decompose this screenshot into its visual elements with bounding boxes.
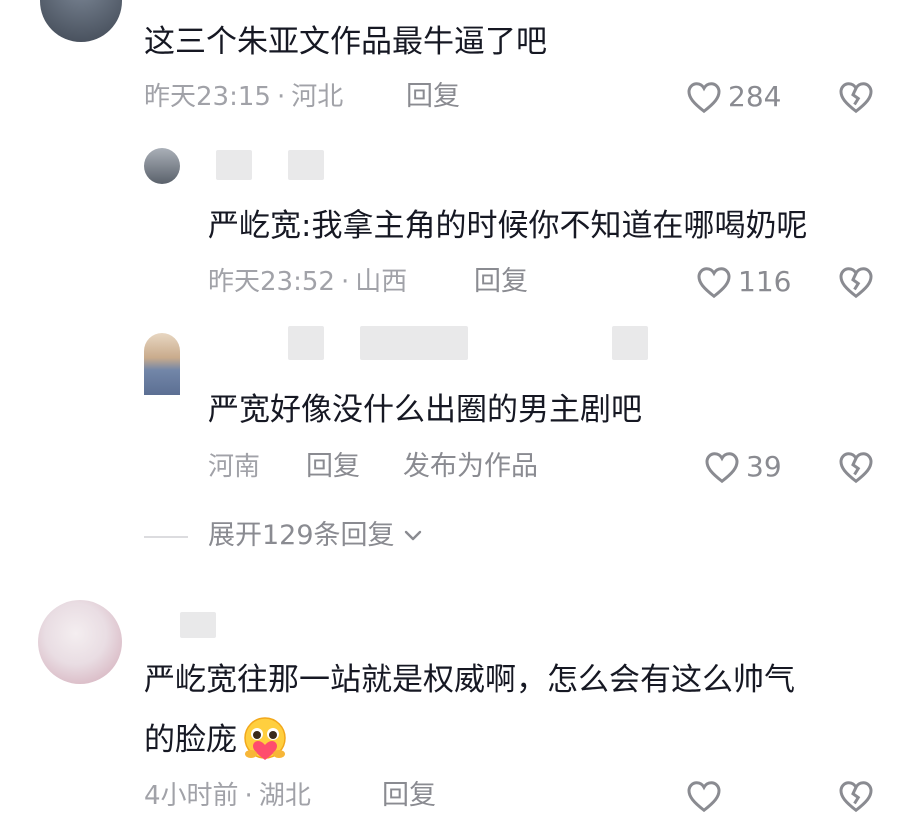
comment-location: 河北 [291, 82, 344, 112]
broken-heart-icon [839, 452, 873, 484]
dislike-button[interactable] [838, 80, 874, 118]
separator-dot: · [276, 82, 286, 112]
separator-dot: · [340, 267, 350, 297]
avatar[interactable] [38, 600, 122, 684]
heart-outline-icon [697, 267, 731, 299]
broken-heart-icon [839, 82, 873, 114]
dislike-button[interactable] [838, 779, 874, 817]
dislike-button[interactable] [838, 450, 874, 488]
like-button[interactable]: 116 [696, 265, 791, 299]
username-redacted [288, 150, 324, 180]
like-count: 39 [746, 450, 782, 483]
comment-meta: 昨天23:15 · 河北 [144, 80, 343, 114]
dislike-button[interactable] [838, 265, 874, 303]
like-button[interactable]: 39 [704, 450, 782, 484]
username-redacted [288, 326, 324, 360]
reply-text: 严宽好像没什么出圈的男主剧吧 [208, 392, 642, 428]
username-redacted [360, 326, 468, 360]
reply-button[interactable]: 回复 [474, 265, 528, 299]
heart-outline-icon [705, 452, 739, 484]
comment-text-continued: 的脸庞 [144, 716, 291, 764]
username-redacted [612, 326, 648, 360]
comment-meta: 4小时前 · 湖北 [144, 779, 311, 813]
publish-as-work-button[interactable]: 发布为作品 [403, 450, 538, 484]
reply-text: 严屹宽:我拿主角的时候你不知道在哪喝奶呢 [208, 208, 808, 244]
reply-location: 河南 [208, 452, 261, 482]
comment-time: 4小时前 [144, 781, 239, 811]
reply-button[interactable]: 回复 [382, 779, 436, 813]
expand-replies-label: 展开129条回复 [208, 520, 395, 551]
chevron-down-icon [404, 530, 421, 541]
comment-location: 湖北 [258, 781, 311, 811]
heart-outline-icon [687, 781, 721, 813]
reply-button[interactable]: 回复 [306, 450, 360, 484]
reply-button[interactable]: 回复 [406, 80, 460, 114]
heart-hands-emoji-icon [244, 717, 286, 760]
comment-text: 这三个朱亚文作品最牛逼了吧 [144, 24, 547, 60]
comment-text: 严屹宽往那一站就是权威啊，怎么会有这么帅气 [144, 662, 795, 698]
comment-time: 昨天23:15 [144, 82, 271, 112]
separator-dot: · [244, 781, 253, 811]
username-redacted [216, 150, 252, 180]
expand-divider [144, 536, 188, 538]
like-button[interactable]: 284 [686, 80, 781, 114]
avatar[interactable] [144, 148, 180, 184]
expand-replies-button[interactable]: 展开129条回复 [208, 519, 425, 553]
reply-location: 山西 [355, 267, 408, 297]
username-redacted [180, 612, 216, 638]
like-count: 284 [728, 80, 782, 113]
comment-text-line2: 的脸庞 [144, 722, 237, 758]
heart-outline-icon [687, 82, 721, 114]
broken-heart-icon [839, 781, 873, 813]
like-button[interactable] [686, 779, 722, 817]
avatar[interactable] [40, 0, 122, 42]
reply-meta: 昨天23:52 · 山西 [208, 265, 407, 299]
reply-time: 昨天23:52 [208, 267, 335, 297]
broken-heart-icon [839, 267, 873, 299]
like-count: 116 [738, 265, 792, 298]
avatar[interactable] [144, 333, 180, 395]
